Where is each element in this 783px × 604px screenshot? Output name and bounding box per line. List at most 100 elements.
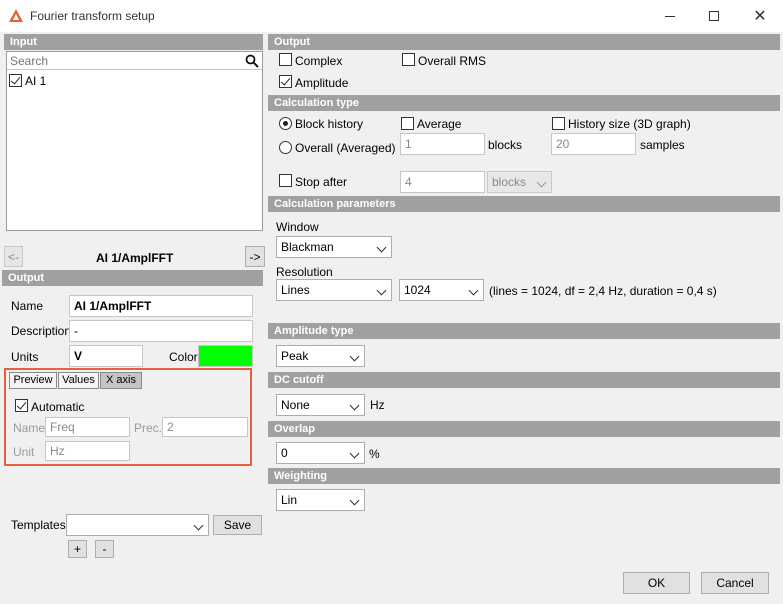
- chevron-down-icon: [376, 242, 387, 253]
- dc-cutoff-unit: Hz: [370, 398, 385, 412]
- resolution-mode-dropdown[interactable]: Lines: [276, 279, 392, 301]
- channel-ai1-label: AI 1: [25, 74, 47, 88]
- window-value: Blackman: [281, 240, 334, 254]
- overall-rms-checkbox[interactable]: [402, 53, 415, 66]
- weighting-header: Weighting: [268, 468, 780, 484]
- minimize-icon: [665, 15, 675, 17]
- history-samples-unit: samples: [640, 138, 685, 152]
- block-history-label: Block history: [295, 117, 364, 131]
- search-field[interactable]: [7, 52, 237, 69]
- color-label: Color: [169, 350, 198, 364]
- tab-values[interactable]: Values: [58, 372, 99, 389]
- color-swatch[interactable]: [198, 345, 253, 367]
- templates-dropdown[interactable]: [66, 514, 209, 536]
- chevron-down-icon: [376, 285, 387, 296]
- complex-label: Complex: [295, 54, 343, 68]
- precision-field[interactable]: 2: [162, 417, 248, 437]
- calculation-type-header: Calculation type: [268, 95, 780, 111]
- resolution-label: Resolution: [276, 265, 333, 279]
- close-icon: ✕: [753, 8, 767, 25]
- stop-after-unit-dropdown[interactable]: blocks: [487, 171, 552, 193]
- search-input[interactable]: [7, 52, 262, 70]
- overlap-dropdown[interactable]: 0: [276, 442, 365, 464]
- overlap-unit: %: [369, 447, 380, 461]
- complex-checkbox[interactable]: [279, 53, 292, 66]
- dc-cutoff-dropdown[interactable]: None: [276, 394, 365, 416]
- next-channel-button[interactable]: ->: [245, 246, 265, 267]
- remove-template-button[interactable]: -: [95, 540, 114, 558]
- overall-rms-label: Overall RMS: [418, 54, 487, 68]
- overlap-header: Overlap: [268, 421, 780, 437]
- stop-after-unit-value: blocks: [492, 175, 527, 189]
- chevron-down-icon: [349, 351, 360, 362]
- units-label: Units: [11, 350, 39, 364]
- current-channel-label: AI 1/AmplFFT: [96, 251, 174, 265]
- chevron-down-icon: [193, 520, 204, 531]
- x-unit-label: Unit: [13, 445, 35, 459]
- amplitude-checkbox[interactable]: [279, 75, 292, 88]
- window-label: Window: [276, 220, 319, 234]
- history-size-checkbox[interactable]: [552, 117, 565, 130]
- stop-after-field[interactable]: 4: [400, 171, 485, 193]
- history-samples-field[interactable]: 20: [551, 133, 636, 155]
- cancel-button[interactable]: Cancel: [701, 572, 769, 594]
- channel-ai1-checkbox[interactable]: [9, 74, 22, 87]
- resolution-value-dropdown[interactable]: 1024: [399, 279, 484, 301]
- app-logo-icon: [9, 9, 23, 23]
- resolution-info: (lines = 1024, df = 2,4 Hz, duration = 0…: [489, 284, 717, 298]
- search-icon[interactable]: [245, 54, 259, 68]
- tab-x-axis[interactable]: X axis: [100, 372, 142, 389]
- save-template-button[interactable]: Save: [213, 515, 262, 535]
- amplitude-label: Amplitude: [295, 76, 349, 90]
- name-label: Name: [11, 299, 44, 313]
- add-template-button[interactable]: +: [68, 540, 87, 558]
- average-checkbox[interactable]: [401, 117, 414, 130]
- precision-label: Prec.: [134, 421, 163, 435]
- x-unit-field[interactable]: Hz: [45, 441, 130, 461]
- automatic-checkbox[interactable]: [15, 399, 28, 412]
- tab-preview[interactable]: Preview: [9, 372, 57, 389]
- chevron-down-icon: [349, 400, 360, 411]
- calculation-parameters-header: Calculation parameters: [268, 196, 780, 212]
- stop-after-label: Stop after: [295, 175, 348, 189]
- output-section-header: Output: [268, 34, 780, 50]
- automatic-label: Automatic: [31, 400, 85, 414]
- resolution-value: 1024: [404, 283, 431, 297]
- history-size-label: History size (3D graph): [568, 117, 691, 131]
- input-section-header: Input: [4, 34, 263, 50]
- average-label: Average: [417, 117, 462, 131]
- chevron-down-icon: [468, 285, 479, 296]
- overall-averaged-label: Overall (Averaged): [295, 141, 396, 155]
- weighting-value: Lin: [281, 493, 298, 507]
- dc-cutoff-value: None: [281, 398, 310, 412]
- dc-cutoff-header: DC cutoff: [268, 372, 780, 388]
- amplitude-type-dropdown[interactable]: Peak: [276, 345, 365, 367]
- close-button[interactable]: ✕: [737, 0, 783, 32]
- resolution-mode-value: Lines: [281, 283, 310, 297]
- chevron-down-icon: [349, 448, 360, 459]
- weighting-dropdown[interactable]: Lin: [276, 489, 365, 511]
- block-history-radio[interactable]: [279, 117, 292, 130]
- stop-after-checkbox[interactable]: [279, 174, 292, 187]
- templates-label: Templates: [11, 518, 66, 532]
- x-name-field[interactable]: Freq: [45, 417, 130, 437]
- description-field[interactable]: -: [69, 320, 253, 342]
- overall-averaged-radio[interactable]: [279, 141, 292, 154]
- ok-button[interactable]: OK: [623, 572, 690, 594]
- average-blocks-unit: blocks: [488, 138, 523, 152]
- window-title: Fourier transform setup: [30, 9, 155, 23]
- window-dropdown[interactable]: Blackman: [276, 236, 392, 258]
- overlap-value: 0: [281, 446, 288, 460]
- name-field[interactable]: AI 1/AmplFFT: [69, 295, 253, 317]
- average-blocks-field[interactable]: 1: [400, 133, 485, 155]
- previous-channel-button[interactable]: <-: [4, 246, 23, 267]
- maximize-icon: [709, 11, 719, 21]
- amplitude-type-value: Peak: [281, 349, 309, 363]
- chevron-down-icon: [536, 177, 547, 188]
- amplitude-type-header: Amplitude type: [268, 323, 780, 339]
- x-name-label: Name: [13, 421, 46, 435]
- description-label: Description: [11, 324, 72, 338]
- units-field[interactable]: V: [69, 345, 143, 367]
- maximize-button[interactable]: [691, 0, 737, 32]
- minimize-button[interactable]: [647, 0, 693, 32]
